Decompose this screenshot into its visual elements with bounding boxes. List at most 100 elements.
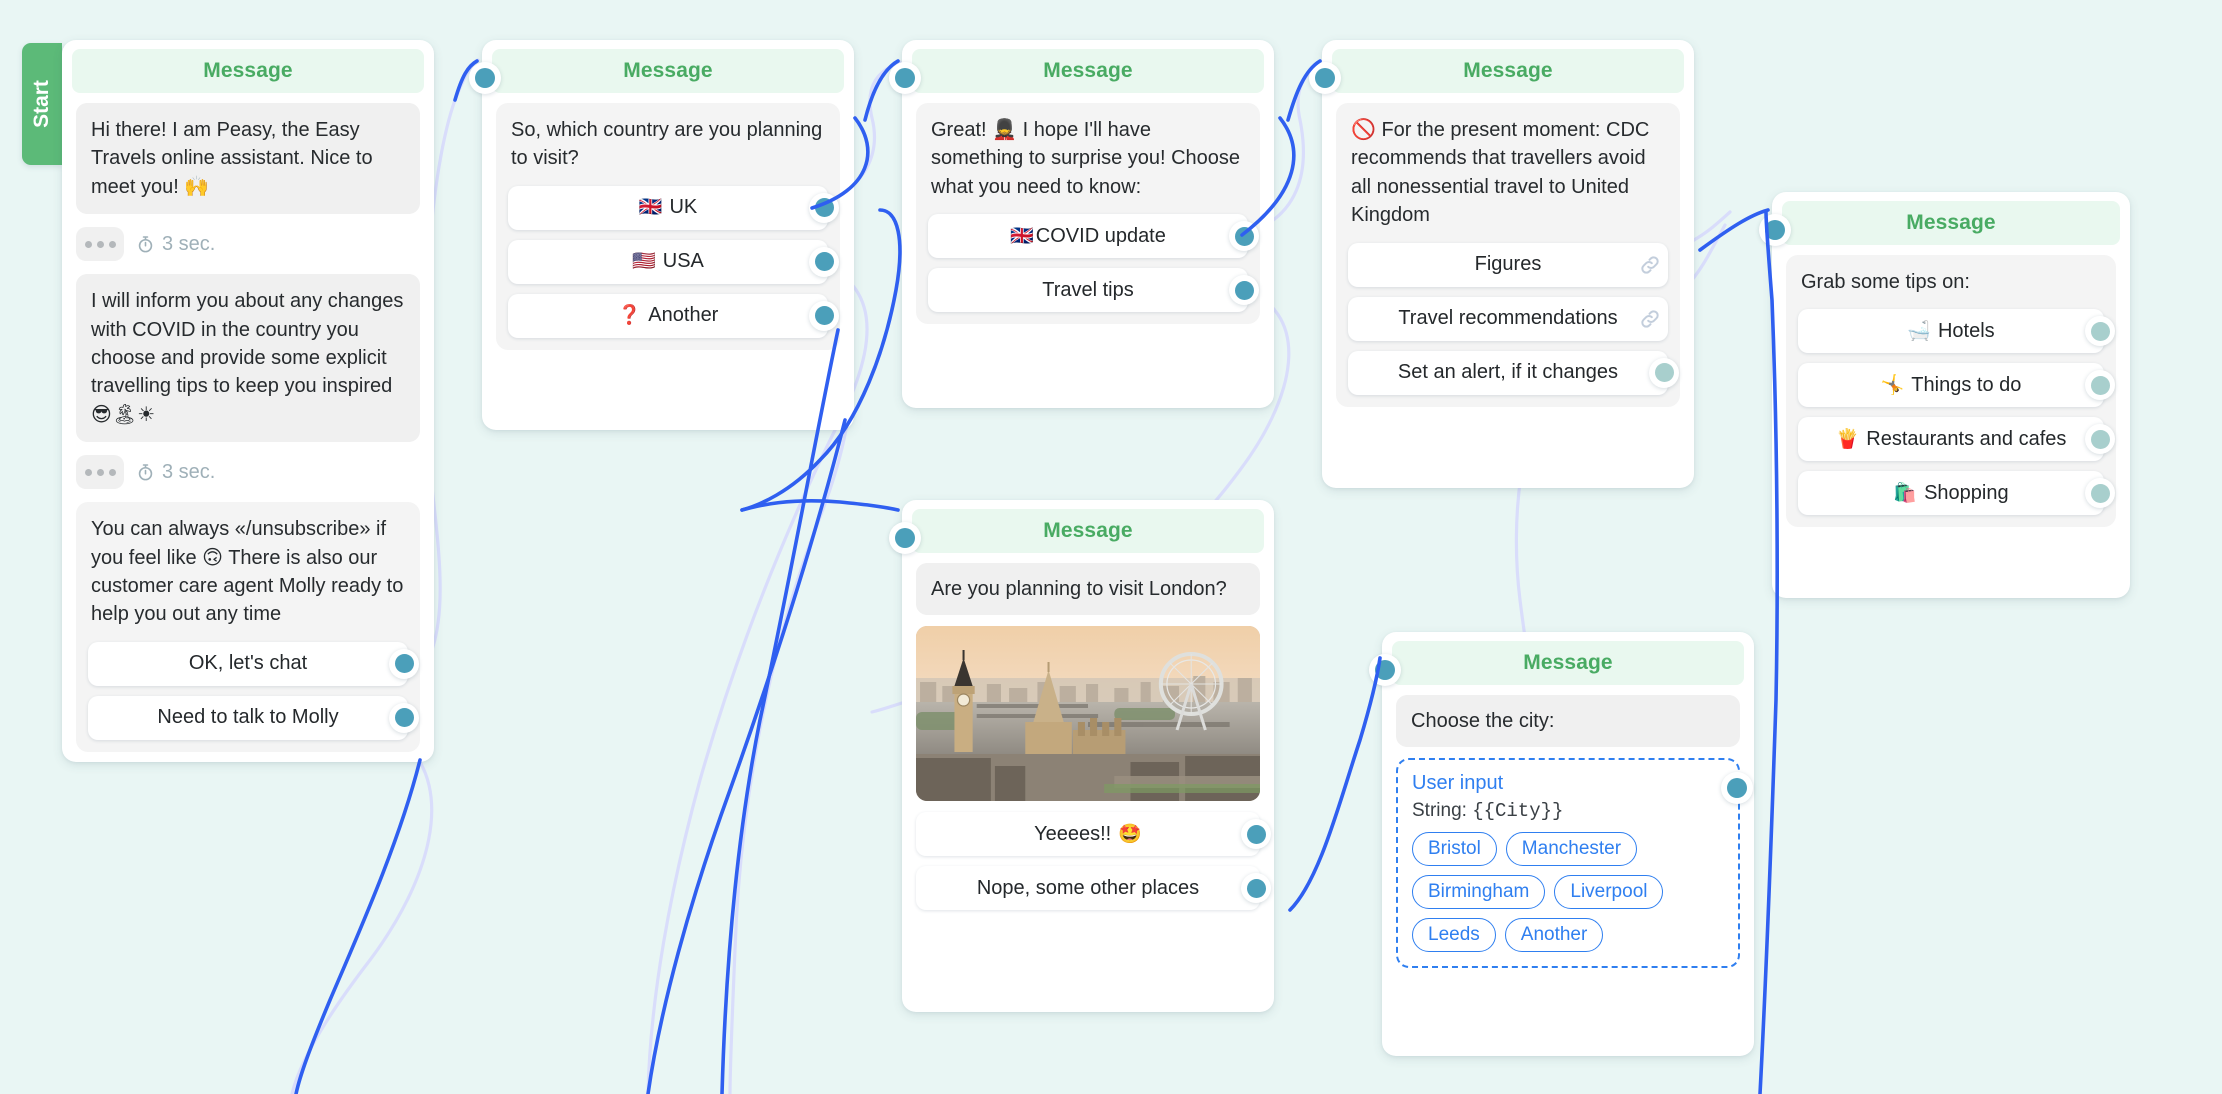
message-bubble: Hi there! I am Peasy, the Easy Travels o… (76, 103, 420, 215)
delay-label-wrap: 3 sec. (136, 461, 215, 484)
flag-usa-icon: 🇺🇸 (632, 251, 656, 273)
start-tab-label: Start (30, 80, 54, 128)
button-label: 🇬🇧 COVID update (1010, 225, 1166, 248)
output-port[interactable] (2085, 370, 2115, 401)
output-port[interactable] (1229, 221, 1259, 252)
node-body: Hi there! I am Peasy, the Easy Travels o… (62, 93, 434, 766)
user-input-block[interactable]: User input String: {{City}} Bristol Manc… (1396, 758, 1753, 969)
output-port[interactable] (1241, 873, 1271, 904)
node-header: Message (912, 509, 1264, 553)
button-covid-update[interactable]: 🇬🇧 COVID update (928, 214, 1259, 259)
flow-canvas[interactable]: Start Message Hi there! I am Peasy, the … (0, 0, 2222, 1094)
node-body: Choose the city: User input String: {{Ci… (1382, 685, 1754, 982)
user-input-type-label: String: (1412, 800, 1467, 822)
button-text: Shopping (1924, 481, 2009, 504)
button-shopping[interactable]: 🛍️ Shopping (1798, 471, 2115, 516)
input-port[interactable] (1369, 654, 1401, 686)
button-another-country[interactable]: ❓ Another (508, 293, 839, 338)
button-group: Yeeees!! 🤩 Nope, some other places (916, 812, 1271, 911)
button-usa[interactable]: 🇺🇸 USA (508, 239, 839, 284)
node-title: Message (1523, 651, 1613, 674)
input-port[interactable] (889, 522, 921, 554)
output-port[interactable] (2085, 478, 2115, 509)
output-port[interactable] (809, 192, 839, 223)
node-title: Message (1463, 59, 1553, 82)
button-figures[interactable]: Figures (1348, 242, 1668, 287)
start-tab[interactable]: Start (22, 43, 62, 165)
button-ok-lets-chat[interactable]: OK, let's chat (88, 641, 419, 686)
link-icon (1641, 309, 1659, 328)
button-text: Things to do (1911, 373, 2022, 396)
button-restaurants-and-cafes[interactable]: 🍟 Restaurants and cafes (1798, 417, 2115, 462)
delay-label-wrap: 3 sec. (136, 233, 215, 256)
output-port[interactable] (809, 246, 839, 277)
button-label: 🇺🇸 USA (632, 250, 704, 273)
button-group: So, which country are you planning to vi… (496, 103, 840, 350)
edge-country-down-long (720, 328, 840, 1094)
node-country[interactable]: Message So, which country are you planni… (469, 40, 854, 430)
node-choose-city[interactable]: Message Choose the city: User input Stri… (1369, 632, 1754, 1056)
chip-birmingham[interactable]: Birmingham (1412, 875, 1546, 910)
button-things-to-do[interactable]: 🤸 Things to do (1798, 363, 2115, 408)
button-label: Need to talk to Molly (157, 706, 339, 729)
button-label: 🇬🇧 UK (639, 196, 697, 219)
button-label: Travel recommendations (1398, 307, 1618, 330)
input-port[interactable] (1309, 62, 1341, 94)
flag-uk-icon: 🇬🇧 (1010, 225, 1034, 247)
output-port[interactable] (1649, 357, 1679, 388)
node-body: 🚫 For the present moment: CDC recommends… (1322, 93, 1694, 421)
delay-row: 3 sec. (76, 227, 420, 262)
node-body: So, which country are you planning to vi… (482, 93, 854, 364)
edge-choose-down-long (646, 418, 847, 1094)
button-text: Restaurants and cafes (1866, 427, 2067, 450)
output-port[interactable] (809, 300, 839, 331)
button-uk[interactable]: 🇬🇧 UK (508, 185, 839, 230)
input-port[interactable] (1759, 214, 1791, 246)
node-choose-topic[interactable]: Message Great! 💂 I hope I'll have someth… (889, 40, 1274, 408)
button-hotels[interactable]: 🛁 Hotels (1798, 309, 2115, 354)
input-port[interactable] (889, 62, 921, 94)
button-text: Another (648, 304, 719, 327)
edge-welcome-down-long (294, 758, 422, 1094)
chip-manchester[interactable]: Manchester (1505, 832, 1638, 867)
output-port[interactable] (2085, 424, 2115, 455)
button-label: 🛁 Hotels (1907, 320, 1994, 343)
node-cdc-notice[interactable]: Message 🚫 For the present moment: CDC re… (1309, 40, 1694, 488)
output-port[interactable] (389, 702, 419, 733)
output-port[interactable] (1721, 772, 1753, 805)
message-bubble: Are you planning to visit London? (916, 563, 1260, 616)
link-icon (1641, 255, 1659, 274)
chip-leeds[interactable]: Leeds (1412, 918, 1496, 953)
output-port[interactable] (2085, 316, 2115, 347)
output-port[interactable] (1229, 275, 1259, 306)
chip-another[interactable]: Another (1504, 918, 1604, 953)
button-text: USA (662, 250, 704, 273)
button-label: Nope, some other places (976, 876, 1200, 899)
output-port[interactable] (1241, 819, 1271, 850)
node-london[interactable]: Message Are you planning to visit London… (889, 500, 1274, 1012)
node-tips[interactable]: Message Grab some tips on: 🛁 Hotels 🤸 Th… (1759, 192, 2130, 598)
button-yes-visit-london[interactable]: Yeeees!! 🤩 (916, 812, 1271, 857)
button-text: UK (669, 196, 698, 219)
button-travel-recommendations[interactable]: Travel recommendations (1348, 296, 1668, 341)
message-text: So, which country are you planning to vi… (511, 119, 823, 170)
fries-icon: 🍟 (1835, 428, 1860, 450)
chip-bristol[interactable]: Bristol (1412, 832, 1497, 867)
node-body: Grab some tips on: 🛁 Hotels 🤸 Things to … (1772, 245, 2130, 541)
typing-dots-icon (76, 455, 124, 490)
node-header: Message (492, 49, 844, 93)
input-port[interactable] (469, 62, 501, 94)
output-port[interactable] (389, 648, 419, 679)
button-label: Travel tips (1042, 278, 1134, 301)
button-label: ❓ Another (618, 304, 719, 327)
button-label: Figures (1474, 253, 1542, 276)
delay-label: 3 sec. (162, 232, 216, 255)
button-nope-other-places[interactable]: Nope, some other places (916, 866, 1271, 911)
button-set-an-alert[interactable]: Set an alert, if it changes (1348, 350, 1679, 395)
node-title: Message (1043, 59, 1133, 82)
node-title: Message (623, 59, 713, 82)
button-need-to-talk-to-molly[interactable]: Need to talk to Molly (88, 695, 419, 740)
button-travel-tips[interactable]: Travel tips (928, 268, 1259, 313)
chip-liverpool[interactable]: Liverpool (1554, 875, 1664, 910)
node-welcome[interactable]: Message Hi there! I am Peasy, the Easy T… (62, 40, 434, 762)
